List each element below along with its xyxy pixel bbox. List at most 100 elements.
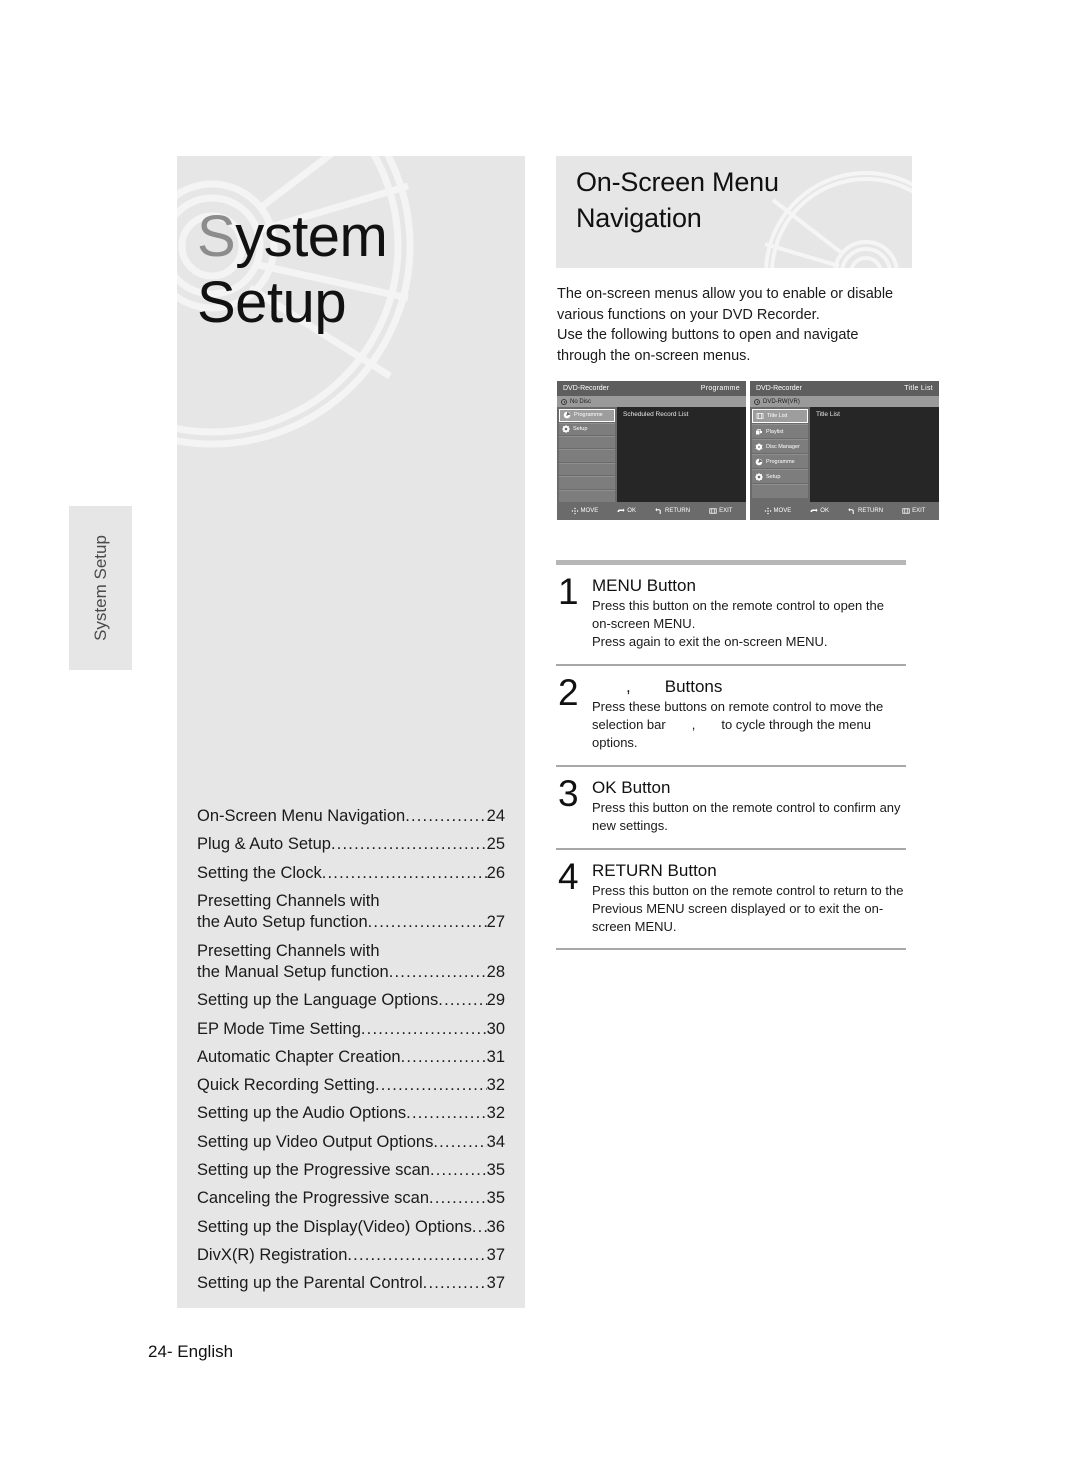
programme-icon [755, 458, 763, 465]
section-header: On-Screen Menu Navigation [556, 156, 912, 268]
toc-page-number: 29 [486, 991, 505, 1010]
tv-screen-name: Programme [700, 385, 740, 392]
return-icon [848, 508, 854, 514]
step-body: OK Button Press this button on the remote… [592, 778, 906, 835]
toc-entry[interactable]: Setting up the Language Options.........… [197, 991, 505, 1010]
tv-footer-hint-label: OK [820, 508, 829, 514]
tv-footer-hint-label: EXIT [719, 508, 733, 514]
toc-entry-label: Setting up the Display(Video) Options [197, 1217, 472, 1236]
step-number: 3 [558, 772, 579, 814]
toc-leader-dots: ........................................… [405, 808, 487, 825]
tv-menu-item-empty[interactable] [559, 476, 615, 489]
toc-entry-label: Automatic Chapter Creation [197, 1047, 401, 1066]
toc-entry-line: Canceling the Progressive scan..........… [197, 1189, 505, 1208]
tv-body: Programme Setup Scheduled Record List [557, 407, 746, 502]
disc-label: DVD-RW(VR) [763, 398, 800, 405]
chapter-title-initial: S [197, 204, 236, 269]
toc-entry-label: Canceling the Progressive scan [197, 1189, 430, 1208]
step-title: OK Button [592, 777, 671, 797]
tv-menu-item[interactable]: Setup [752, 469, 808, 483]
step-description: Press this button on the remote control … [592, 799, 901, 833]
toc-leader-dots: ........................................… [422, 1275, 487, 1293]
toc-page-number: 25 [486, 835, 505, 854]
toc-entry[interactable]: Setting up the Audio Options............… [197, 1104, 505, 1123]
tv-menu-item[interactable]: Disc Manager [752, 439, 808, 453]
toc-entry[interactable]: Setting up Video Output Options.........… [197, 1132, 505, 1151]
tv-footer-hint-label: RETURN [858, 508, 884, 514]
step-description: Press this button on the remote control … [592, 598, 884, 649]
tv-menu-item[interactable]: Title List [752, 409, 808, 423]
step-item: 2, Buttons Press these buttons on remote c… [556, 666, 906, 765]
tv-screen-name: Title List [904, 385, 933, 392]
toc-entry[interactable]: DivX(R) Registration....................… [197, 1246, 505, 1264]
toc-page-number: 32 [486, 1076, 505, 1095]
step-body: , Buttons Press these buttons on remote co… [592, 677, 906, 752]
toc-entry-line: Setting up the Display(Video) Options...… [197, 1217, 505, 1236]
dpad-icon [764, 507, 772, 515]
toc-entry[interactable]: Setting up the Display(Video) Options...… [197, 1217, 505, 1236]
toc-leader-dots: ........................................… [321, 864, 487, 882]
step-number: 1 [558, 571, 579, 612]
title-list-screen: DVD-Recorder Title List DVD-RW(VR) Title Li… [750, 381, 939, 520]
playlist-icon [756, 428, 762, 434]
table-of-contents: On-Screen Menu Navigation...............… [197, 807, 505, 1304]
toc-entry-line: EP Mode Time Setting....................… [197, 1019, 505, 1038]
toc-page-number: 35 [486, 1161, 505, 1180]
toc-entry[interactable]: Setting up the Parental Control.........… [197, 1274, 505, 1293]
tv-device-name: DVD-Recorder [756, 385, 802, 392]
toc-entry[interactable]: Automatic Chapter Creation..............… [197, 1047, 505, 1066]
ok-icon [617, 508, 625, 512]
toc-page-number: 37 [486, 1246, 505, 1264]
toc-leader-dots: ........................................… [429, 1190, 487, 1208]
tv-menu-item-empty[interactable] [559, 435, 615, 449]
tv-menu-item[interactable]: Programme [559, 409, 615, 422]
programme-icon [563, 411, 571, 419]
tv-menu-item-empty[interactable] [559, 489, 615, 502]
toc-entry-line: Setting up the Audio Options............… [197, 1104, 505, 1123]
tv-menu-item[interactable]: Setup [559, 422, 615, 435]
step-item: 3 OK Button Press this button on the remot… [556, 767, 906, 848]
step-item: 4 RETURN Button Press this button on the r… [556, 850, 906, 949]
tv-menu-item[interactable]: Programme [752, 454, 808, 468]
toc-entry[interactable]: Canceling the Progressive scan..........… [197, 1189, 505, 1208]
toc-entry-label2: the Manual Setup function [197, 962, 389, 981]
toc-entry[interactable]: Quick Recording Setting.................… [197, 1076, 505, 1095]
toc-entry[interactable]: Presetting Channels with the Auto Setup f… [197, 892, 505, 932]
tv-menu-item-label: Programme [766, 458, 795, 465]
toc-page-number: 37 [486, 1274, 505, 1293]
toc-leader-dots: ........................................… [367, 914, 487, 932]
toc-entry-label: Setting up the Progressive scan [197, 1161, 430, 1180]
tv-menu-item-label: Setup [766, 473, 781, 480]
toc-page-number: 34 [486, 1132, 505, 1151]
tv-content-area: Title List [810, 407, 939, 502]
toc-leader-dots: ........................................… [406, 1105, 487, 1123]
toc-page-number: 35 [486, 1189, 505, 1208]
tv-menu-sidebar: Title List Playlist Disc Manager Programme S… [750, 407, 810, 502]
toc-entry-line: Setting up Video Output Options.........… [197, 1132, 505, 1151]
tv-menu-item-empty[interactable] [752, 484, 808, 498]
tv-footer-hint: OK [617, 507, 636, 515]
toc-entry[interactable]: On-Screen Menu Navigation...............… [197, 807, 505, 825]
tv-body: Title List Playlist Disc Manager Programme S… [750, 407, 939, 502]
toc-entry[interactable]: EP Mode Time Setting....................… [197, 1019, 505, 1038]
toc-entry[interactable]: Plug & Auto Setup.......................… [197, 835, 505, 854]
toc-leader-dots: ........................................… [433, 1133, 487, 1151]
step-number: 4 [558, 855, 579, 897]
tv-menu-item-empty[interactable] [559, 462, 615, 476]
toc-entry-line: Plug & Auto Setup.......................… [197, 835, 505, 854]
toc-entry-label: Setting up the Audio Options [197, 1104, 407, 1123]
toc-entry[interactable]: Setting the Clock.......................… [197, 864, 505, 882]
tv-footer-hint: MOVE [764, 507, 791, 515]
tv-disc-status: DVD-RW(VR) [750, 396, 939, 407]
tv-menu-item[interactable]: Playlist [752, 424, 808, 438]
tv-menu-item-empty[interactable] [559, 449, 615, 462]
tv-disc-status: No Disc [557, 396, 746, 407]
disc-manager-icon [755, 442, 763, 451]
toc-entry[interactable]: Setting up the Progressive scan.........… [197, 1161, 505, 1180]
toc-entry-line: Setting the Clock.......................… [197, 864, 505, 882]
toc-entry[interactable]: Presetting Channels with the Manual Setup… [197, 942, 505, 982]
intro-paragraph: The on-screen menus allow you to enable … [557, 286, 894, 365]
tv-footer-hint: OK [810, 507, 829, 515]
step-separator-end [556, 948, 906, 951]
toc-entry-label: EP Mode Time Setting [197, 1019, 361, 1038]
